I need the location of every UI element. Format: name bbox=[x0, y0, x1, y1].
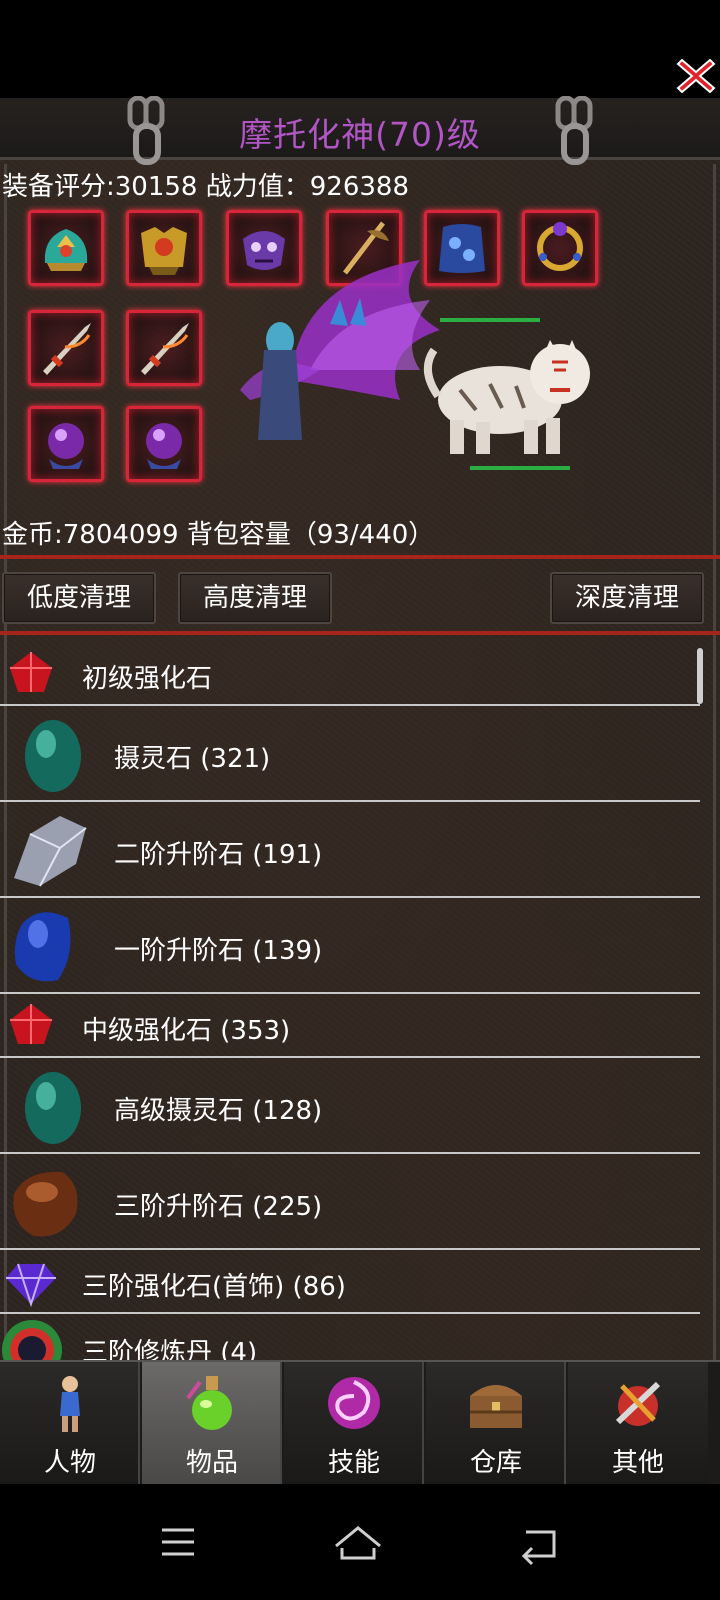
brown-stone-icon bbox=[6, 1164, 82, 1246]
red-gem-icon bbox=[6, 648, 56, 702]
character-icon bbox=[40, 1372, 100, 1434]
ring-icon bbox=[537, 222, 583, 271]
equip-slot-orb-left[interactable] bbox=[28, 406, 104, 482]
menu-icon bbox=[162, 1528, 194, 1556]
tab-items[interactable]: 物品 bbox=[142, 1362, 282, 1484]
home-icon bbox=[335, 1526, 381, 1560]
tab-label: 技能 bbox=[327, 1448, 380, 1478]
chest-icon bbox=[466, 1372, 526, 1434]
item-name: 摄灵石 (321) bbox=[114, 744, 271, 774]
tab-warehouse[interactable]: 仓库 bbox=[426, 1362, 566, 1484]
low-clean-button[interactable]: 低度清理 bbox=[2, 572, 156, 624]
item-list[interactable]: 初级强化石 摄灵石 (321) 二阶升阶石 (191) 一阶升阶石 (139) … bbox=[0, 640, 700, 1384]
item-name: 三阶强化石(首饰) (86) bbox=[82, 1272, 346, 1302]
item-name: 高级摄灵石 (128) bbox=[114, 1096, 323, 1126]
gold-and-bag-capacity: 金币:7804099 背包容量（93/440） bbox=[2, 520, 435, 550]
tab-label: 其他 bbox=[611, 1448, 664, 1478]
tiger-pet-portrait bbox=[420, 310, 610, 470]
orb-icon bbox=[146, 423, 182, 469]
list-item[interactable]: 初级强化石 bbox=[0, 640, 700, 706]
item-name: 三阶升阶石 (225) bbox=[114, 1192, 323, 1222]
page-title: 摩托化神(70)级 bbox=[239, 115, 481, 154]
equip-slot-orb-right[interactable] bbox=[126, 406, 202, 482]
tab-character[interactable]: 人物 bbox=[0, 1362, 140, 1484]
sword-icon bbox=[141, 323, 189, 375]
close-icon bbox=[676, 58, 716, 94]
equip-slot-sword-right[interactable] bbox=[126, 310, 202, 386]
red-gem-icon bbox=[6, 1000, 56, 1054]
sword-icon bbox=[43, 323, 91, 375]
blue-stone-icon bbox=[10, 904, 80, 990]
item-name: 中级强化石 (353) bbox=[82, 1016, 291, 1046]
silver-rock-icon bbox=[10, 808, 90, 894]
purple-diamond-icon bbox=[4, 1256, 58, 1312]
helmet-icon bbox=[44, 229, 88, 271]
list-item[interactable]: 三阶强化石(首饰) (86) bbox=[0, 1250, 700, 1314]
system-nav-bar bbox=[0, 1488, 720, 1600]
deep-clean-button[interactable]: 深度清理 bbox=[550, 572, 704, 624]
armor-icon bbox=[141, 227, 187, 275]
potion-icon bbox=[182, 1372, 242, 1434]
list-item[interactable]: 一阶升阶石 (139) bbox=[0, 898, 700, 994]
home-button[interactable] bbox=[328, 1518, 388, 1568]
tab-label: 仓库 bbox=[469, 1448, 522, 1478]
list-item[interactable]: 二阶升阶石 (191) bbox=[0, 802, 700, 898]
equip-slot-sword-left[interactable] bbox=[28, 310, 104, 386]
teal-egg-icon bbox=[20, 714, 86, 798]
item-name: 初级强化石 bbox=[82, 664, 213, 694]
equip-slot-ring[interactable] bbox=[522, 210, 598, 286]
close-button[interactable] bbox=[676, 56, 716, 96]
divider-top bbox=[0, 555, 720, 559]
scrollbar[interactable] bbox=[697, 648, 703, 704]
back-icon bbox=[521, 1530, 556, 1566]
equip-slot-helmet[interactable] bbox=[28, 210, 104, 286]
back-button[interactable] bbox=[510, 1518, 570, 1568]
menu-button[interactable] bbox=[150, 1518, 210, 1568]
list-item[interactable]: 三阶升阶石 (225) bbox=[0, 1154, 700, 1250]
divider-bottom bbox=[0, 631, 720, 635]
tab-label: 人物 bbox=[43, 1448, 96, 1478]
tab-skills[interactable]: 技能 bbox=[284, 1362, 424, 1484]
item-name: 一阶升阶石 (139) bbox=[114, 936, 323, 966]
list-item[interactable]: 摄灵石 (321) bbox=[0, 706, 700, 802]
tab-other[interactable]: 其他 bbox=[568, 1362, 708, 1484]
skill-swirl-icon bbox=[324, 1372, 384, 1434]
tab-label: 物品 bbox=[185, 1448, 238, 1478]
item-name: 二阶升阶石 (191) bbox=[114, 840, 323, 870]
stats-line: 装备评分:30158 战力值：926388 bbox=[2, 172, 409, 202]
list-item[interactable]: 中级强化石 (353) bbox=[0, 994, 700, 1058]
bottom-nav: 人物 物品 技能 仓库 其他 bbox=[0, 1360, 720, 1484]
teal-egg-icon bbox=[20, 1066, 86, 1150]
orb-icon bbox=[48, 423, 84, 469]
equip-slot-armor[interactable] bbox=[126, 210, 202, 286]
other-icon bbox=[608, 1372, 668, 1434]
list-item[interactable]: 高级摄灵石 (128) bbox=[0, 1058, 700, 1154]
high-clean-button[interactable]: 高度清理 bbox=[178, 572, 332, 624]
